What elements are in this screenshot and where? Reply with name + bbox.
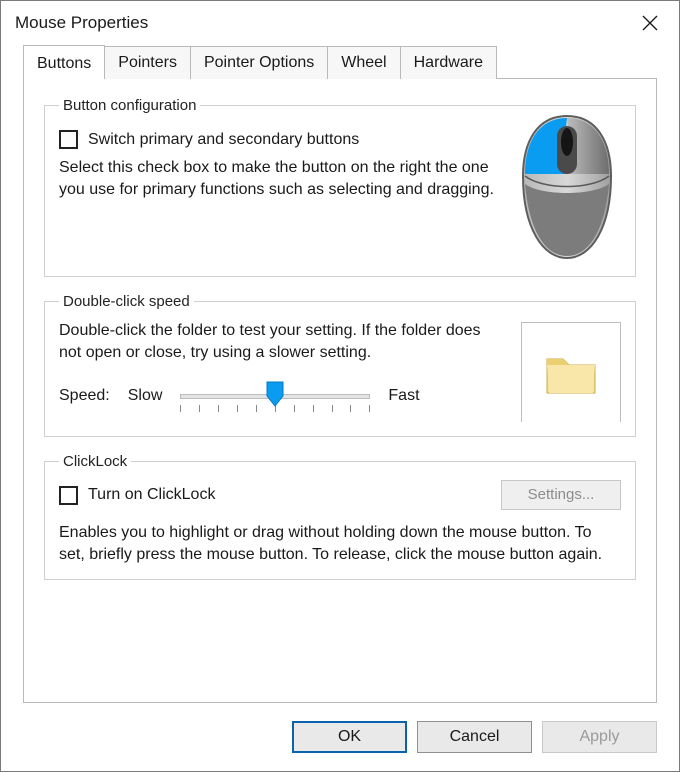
mouse-illustration-icon [513, 112, 621, 262]
cancel-button[interactable]: Cancel [417, 721, 532, 753]
close-icon [642, 15, 658, 31]
clicklock-description: Enables you to highlight or drag without… [59, 522, 621, 565]
tabstrip: Buttons Pointers Pointer Options Wheel H… [1, 45, 679, 78]
double-click-speed-slider[interactable] [180, 381, 370, 411]
tab-pointer-options[interactable]: Pointer Options [190, 46, 328, 79]
tab-label: Buttons [37, 55, 91, 72]
clicklock-settings-button: Settings... [501, 480, 621, 510]
group-legend: ClickLock [59, 453, 131, 470]
slider-thumb-icon[interactable] [266, 381, 284, 411]
folder-icon [543, 349, 599, 397]
group-double-click-speed: Double-click speed Double-click the fold… [44, 293, 636, 437]
mouse-properties-window: Mouse Properties Buttons Pointers Pointe… [0, 0, 680, 772]
double-click-description: Double-click the folder to test your set… [59, 320, 507, 363]
tab-panel-buttons: Button configuration Switch primary and … [23, 78, 657, 703]
group-button-configuration: Button configuration Switch primary and … [44, 97, 636, 277]
tab-buttons[interactable]: Buttons [23, 45, 105, 79]
fast-label: Fast [388, 387, 419, 405]
dialog-button-row: OK Cancel Apply [1, 721, 679, 771]
apply-button: Apply [542, 721, 657, 753]
speed-row: Speed: Slow [59, 381, 507, 411]
speed-label: Speed: [59, 387, 110, 405]
tab-label: Wheel [341, 54, 386, 71]
tab-hardware[interactable]: Hardware [400, 46, 497, 79]
double-click-test-area[interactable] [521, 322, 621, 422]
tab-label: Pointer Options [204, 54, 314, 71]
switch-primary-secondary-checkbox[interactable] [59, 130, 78, 149]
clicklock-label: Turn on ClickLock [88, 486, 215, 504]
switch-primary-secondary-row[interactable]: Switch primary and secondary buttons [59, 130, 499, 149]
tab-pointers[interactable]: Pointers [104, 46, 191, 79]
tab-wheel[interactable]: Wheel [327, 46, 400, 79]
group-legend: Double-click speed [59, 293, 194, 310]
slow-label: Slow [128, 387, 163, 405]
group-clicklock: ClickLock Turn on ClickLock Settings... … [44, 453, 636, 580]
clicklock-checkbox[interactable] [59, 486, 78, 505]
tab-label: Pointers [118, 54, 177, 71]
close-button[interactable] [631, 7, 669, 39]
ok-button[interactable]: OK [292, 721, 407, 753]
button-config-description: Select this check box to make the button… [59, 157, 499, 200]
group-legend: Button configuration [59, 97, 200, 114]
window-title: Mouse Properties [15, 13, 148, 33]
tab-label: Hardware [414, 54, 483, 71]
switch-primary-secondary-label: Switch primary and secondary buttons [88, 131, 359, 149]
titlebar: Mouse Properties [1, 1, 679, 45]
clicklock-row[interactable]: Turn on ClickLock [59, 486, 215, 505]
